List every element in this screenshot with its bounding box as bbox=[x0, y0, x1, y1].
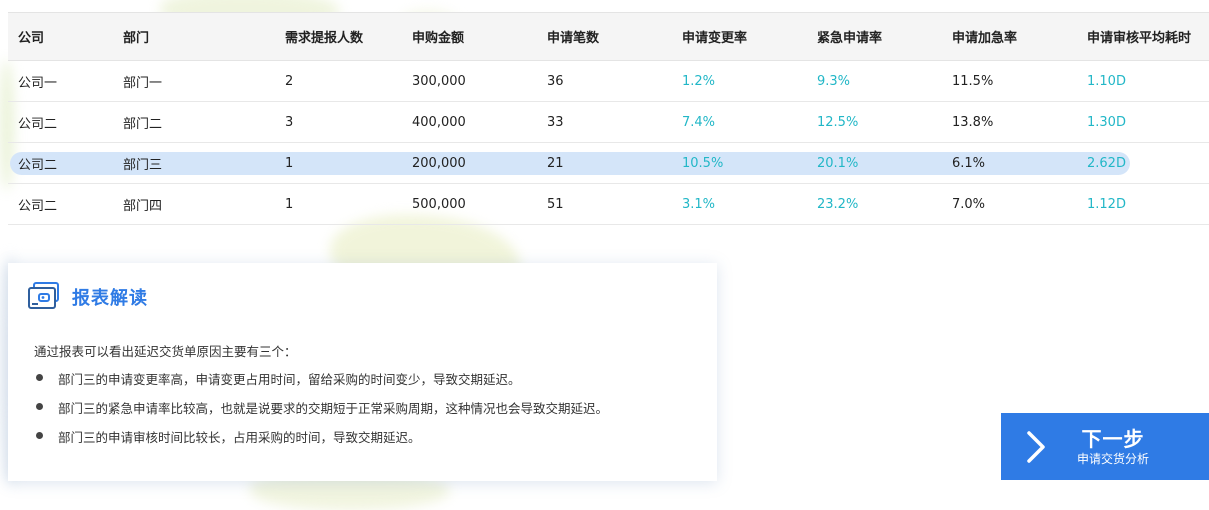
cell-requesters: 1 bbox=[285, 155, 294, 171]
cell-urgent-rate: 12.5% bbox=[817, 114, 859, 130]
cell-company: 公司二 bbox=[18, 157, 58, 173]
bullet-dot-icon bbox=[36, 374, 43, 381]
bullet-text: 部门三的申请审核时间比较长，占用采购的时间，导致交期延迟。 bbox=[58, 430, 421, 445]
chevron-right-icon bbox=[1027, 430, 1045, 463]
report-intro: 通过报表可以看出延迟交货单原因主要有三个： bbox=[34, 344, 297, 359]
cell-purchase-amount: 400,000 bbox=[412, 114, 466, 130]
column-header-request-count[interactable]: 申请笔数 bbox=[547, 27, 682, 46]
column-header-department[interactable]: 部门 bbox=[123, 27, 285, 46]
cell-company: 公司二 bbox=[18, 116, 58, 132]
next-step-sublabel: 申请交货分析 bbox=[1077, 451, 1150, 466]
list-item: 部门三的申请审核时间比较长，占用采购的时间，导致交期延迟。 bbox=[34, 427, 608, 446]
card-header: 报表解读 bbox=[26, 281, 148, 313]
bullet-text: 部门三的紧急申请率比较高，也就是说要求的交期短于正常采购周期，这种情况也会导致交… bbox=[58, 401, 609, 416]
cell-company: 公司一 bbox=[18, 75, 58, 91]
table-header: 公司 部门 需求提报人数 申购金额 申请笔数 申请变更率 紧急申请率 申请加急率… bbox=[8, 12, 1209, 61]
cell-purchase-amount: 300,000 bbox=[412, 73, 466, 89]
card-body: 通过报表可以看出延迟交货单原因主要有三个： 部门三的申请变更率高，申请变更占用时… bbox=[34, 341, 608, 456]
report-wallet-icon bbox=[28, 282, 59, 309]
cell-requesters: 2 bbox=[285, 73, 294, 89]
column-header-expedite-rate[interactable]: 申请加急率 bbox=[952, 27, 1087, 46]
cell-department: 部门三 bbox=[123, 157, 163, 173]
column-header-change-rate[interactable]: 申请变更率 bbox=[682, 27, 817, 46]
bullet-dot-icon bbox=[36, 432, 43, 439]
cell-request-count: 21 bbox=[547, 155, 564, 171]
cell-department: 部门二 bbox=[123, 116, 163, 132]
cell-expedite-rate: 6.1% bbox=[952, 155, 986, 171]
cell-expedite-rate: 11.5% bbox=[952, 73, 994, 89]
cell-change-rate: 7.4% bbox=[682, 114, 716, 130]
cell-request-count: 51 bbox=[547, 196, 564, 212]
table-row[interactable]: 公司二 部门四 1 500,000 51 3.1% 23.2% 7.0% 1.1… bbox=[8, 184, 1209, 225]
cell-urgent-rate: 9.3% bbox=[817, 73, 851, 89]
cell-urgent-rate: 20.1% bbox=[817, 155, 859, 171]
list-item: 部门三的申请变更率高，申请变更占用时间，留给采购的时间变少，导致交期延迟。 bbox=[34, 369, 608, 388]
cell-department: 部门四 bbox=[123, 198, 163, 214]
report-interpretation-card: 报表解读 通过报表可以看出延迟交货单原因主要有三个： 部门三的申请变更率高，申请… bbox=[8, 263, 717, 481]
cell-requesters: 1 bbox=[285, 196, 294, 212]
bullet-dot-icon bbox=[36, 403, 43, 410]
next-step-label: 下一步 bbox=[1081, 426, 1145, 451]
cell-urgent-rate: 23.2% bbox=[817, 196, 859, 212]
table-row[interactable]: 公司二 部门二 3 400,000 33 7.4% 12.5% 13.8% 1.… bbox=[8, 102, 1209, 143]
cell-request-count: 33 bbox=[547, 114, 564, 130]
cell-purchase-amount: 500,000 bbox=[412, 196, 466, 212]
cell-expedite-rate: 13.8% bbox=[952, 114, 994, 130]
table-row[interactable]: 公司一 部门一 2 300,000 36 1.2% 9.3% 11.5% 1.1… bbox=[8, 61, 1209, 102]
column-header-requesters[interactable]: 需求提报人数 bbox=[285, 27, 412, 46]
cell-requesters: 3 bbox=[285, 114, 294, 130]
next-step-text: 下一步 申请交货分析 bbox=[1077, 427, 1149, 467]
cell-avg-review-time: 1.10D bbox=[1087, 73, 1126, 89]
cell-purchase-amount: 200,000 bbox=[412, 155, 466, 171]
list-item: 部门三的紧急申请率比较高，也就是说要求的交期短于正常采购周期，这种情况也会导致交… bbox=[34, 398, 608, 417]
data-table: 公司 部门 需求提报人数 申购金额 申请笔数 申请变更率 紧急申请率 申请加急率… bbox=[8, 12, 1209, 225]
column-header-purchase-amount[interactable]: 申购金额 bbox=[412, 27, 547, 46]
bullet-text: 部门三的申请变更率高，申请变更占用时间，留给采购的时间变少，导致交期延迟。 bbox=[58, 372, 521, 387]
cell-change-rate: 10.5% bbox=[682, 155, 724, 171]
column-header-company[interactable]: 公司 bbox=[8, 27, 123, 46]
cell-change-rate: 1.2% bbox=[682, 73, 716, 89]
cell-avg-review-time: 1.12D bbox=[1087, 196, 1126, 212]
cell-request-count: 36 bbox=[547, 73, 564, 89]
column-header-urgent-rate[interactable]: 紧急申请率 bbox=[817, 27, 952, 46]
cell-department: 部门一 bbox=[123, 75, 163, 91]
next-step-button[interactable]: 下一步 申请交货分析 bbox=[1001, 413, 1209, 480]
cell-change-rate: 3.1% bbox=[682, 196, 716, 212]
cell-company: 公司二 bbox=[18, 198, 58, 214]
cell-avg-review-time: 1.30D bbox=[1087, 114, 1126, 130]
table-row-selected[interactable]: 公司二 部门三 1 200,000 21 10.5% 20.1% 6.1% 2.… bbox=[8, 143, 1209, 184]
card-title: 报表解读 bbox=[72, 288, 148, 309]
cell-expedite-rate: 7.0% bbox=[952, 196, 986, 212]
report-bullet-list: 部门三的申请变更率高，申请变更占用时间，留给采购的时间变少，导致交期延迟。 部门… bbox=[34, 369, 608, 446]
cell-avg-review-time: 2.62D bbox=[1087, 155, 1126, 171]
column-header-avg-review-time[interactable]: 申请审核平均耗时 bbox=[1087, 27, 1209, 46]
